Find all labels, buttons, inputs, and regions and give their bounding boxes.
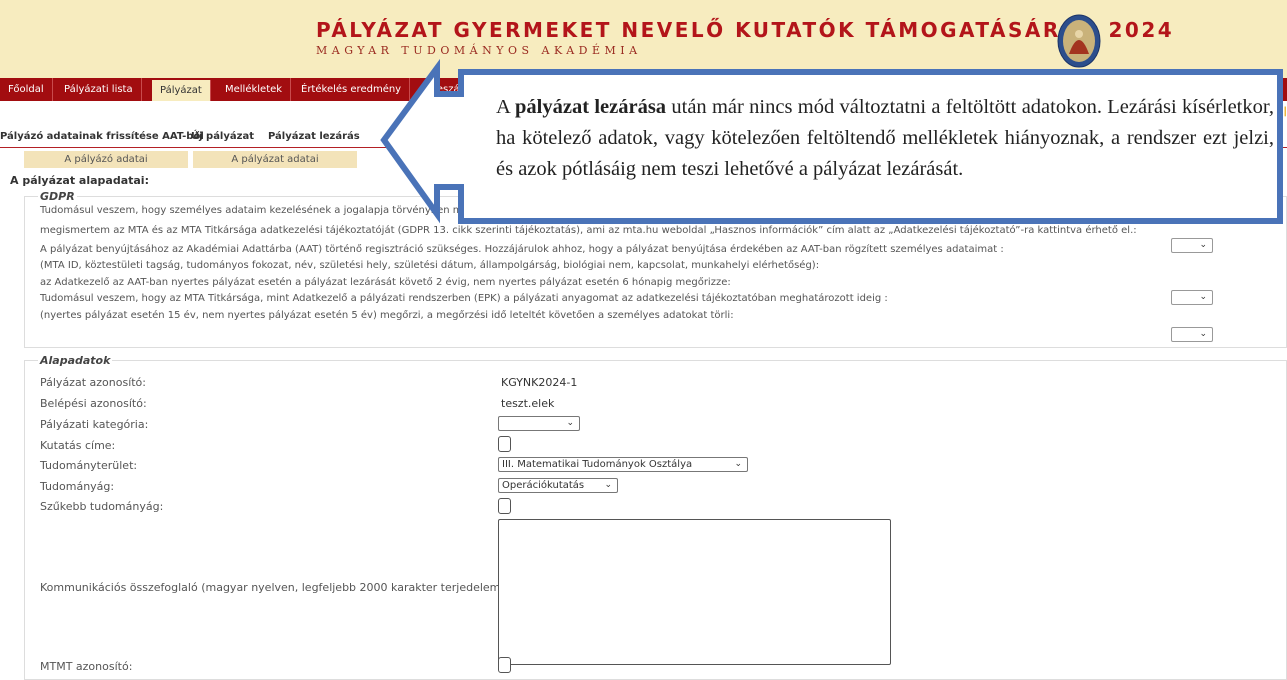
category-select[interactable]: ⌄ xyxy=(498,416,580,431)
nav-item-application[interactable]: Pályázat xyxy=(152,80,211,101)
gdpr-consent-select-3[interactable]: ⌄ xyxy=(1171,327,1213,342)
field-label-login-id: Belépési azonosító: xyxy=(40,397,147,410)
research-title-input[interactable] xyxy=(498,436,511,452)
field-label-category: Pályázati kategória: xyxy=(40,418,149,431)
gdpr-line: megismertem az MTA és az MTA Titkársága … xyxy=(40,225,1137,236)
gdpr-line: Tudomásul veszem, hogy személyes adataim… xyxy=(40,205,855,216)
callout-text-bold: pályázat lezárása xyxy=(515,96,667,118)
application-id-value: KGYNK2024-1 xyxy=(501,376,578,389)
field-label-science-field: Tudományterület: xyxy=(40,459,138,472)
field-label-application-id: Pályázat azonosító: xyxy=(40,376,146,389)
section-title: A pályázat alapadatai: xyxy=(10,174,149,187)
tab-applicant-data[interactable]: A pályázó adatai xyxy=(24,151,188,168)
gdpr-fieldset xyxy=(24,196,1287,348)
field-label-summary: Kommunikációs összefoglaló (magyar nyelv… xyxy=(40,581,530,594)
subdiscipline-input[interactable] xyxy=(498,498,511,514)
chevron-down-icon: ⌄ xyxy=(604,480,612,490)
summary-textarea[interactable] xyxy=(498,519,891,665)
mtmt-id-input[interactable] xyxy=(498,657,511,673)
nav-item-application-list[interactable]: Pályázati lista xyxy=(56,78,142,101)
gdpr-line: az Adatkezelő az AAT-ban nyertes pályáza… xyxy=(40,277,731,288)
subnav-new-application[interactable]: Új pályázat xyxy=(191,131,254,142)
gdpr-line: (nyertes pályázat esetén 15 év, nem nyer… xyxy=(40,310,734,321)
gdpr-line: A pályázat benyújtásához az Akadémiai Ad… xyxy=(40,244,1004,255)
field-label-mtmt-id: MTMT azonosító: xyxy=(40,660,133,673)
nav-item-home[interactable]: Főoldal xyxy=(0,78,53,101)
login-id-value: teszt.elek xyxy=(501,397,555,410)
academy-seal-icon xyxy=(1057,14,1101,68)
gdpr-line: (MTA ID, köztestületi tagság, tudományos… xyxy=(40,260,820,271)
callout-text: A pályázat lezárása után már nincs mód v… xyxy=(496,92,1274,185)
page-header: PÁLYÁZAT GYERMEKET NEVELŐ KUTATÓK TÁMOGA… xyxy=(0,0,1287,78)
discipline-select[interactable]: Operációkutatás ⌄ xyxy=(498,478,618,493)
gdpr-consent-select-1[interactable]: ⌄ xyxy=(1171,238,1213,253)
nav-item-evaluation[interactable]: Értékelés eredmény xyxy=(293,78,411,101)
field-label-research-title: Kutatás címe: xyxy=(40,439,116,452)
chevron-down-icon: ⌄ xyxy=(566,418,574,428)
nav-item-report[interactable]: Beszá xyxy=(422,78,469,101)
gdpr-consent-select-2[interactable]: ⌄ xyxy=(1171,290,1213,305)
science-field-select[interactable]: III. Matematikai Tudományok Osztálya ⌄ xyxy=(498,457,748,472)
subnav-close-application[interactable]: Pályázat lezárás xyxy=(268,131,360,142)
tab-application-data[interactable]: A pályázat adatai xyxy=(193,151,357,168)
page-subtitle: MAGYAR TUDOMÁNYOS AKADÉMIA xyxy=(316,44,642,57)
nav-item-attachments[interactable]: Mellékletek xyxy=(217,78,292,101)
gdpr-line: Tudomásul veszem, hogy az MTA Titkársága… xyxy=(40,293,888,304)
chevron-down-icon: ⌄ xyxy=(734,459,742,469)
field-label-discipline: Tudományág: xyxy=(40,480,115,493)
science-field-select-value: III. Matematikai Tudományok Osztálya xyxy=(502,459,693,470)
subnav-refresh-aat[interactable]: Pályázó adatainak frissítése AAT-ből xyxy=(0,131,204,142)
discipline-select-value: Operációkutatás xyxy=(502,480,585,491)
page-title: PÁLYÁZAT GYERMEKET NEVELŐ KUTATÓK TÁMOGA… xyxy=(316,18,1175,42)
gdpr-legend: GDPR xyxy=(38,190,77,203)
field-label-subdiscipline: Szűkebb tudományág: xyxy=(40,500,164,513)
callout-text-part1: A xyxy=(496,96,515,118)
basic-data-legend: Alapadatok xyxy=(38,354,113,367)
